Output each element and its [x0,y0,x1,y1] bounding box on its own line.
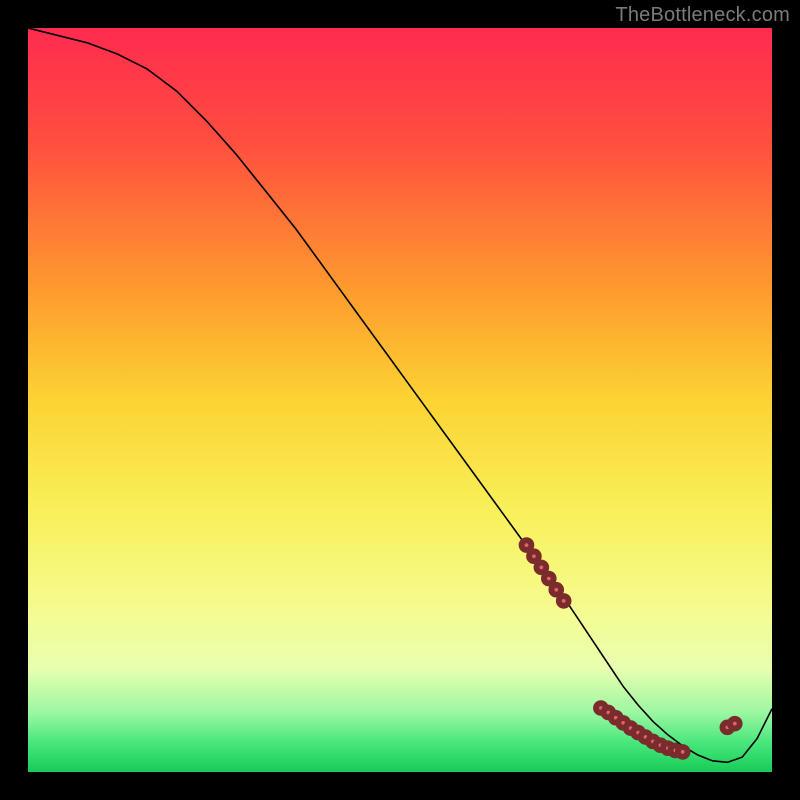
marker-dot [522,540,532,550]
marker-dot [551,585,561,595]
chart-svg [28,28,772,772]
watermark-text: TheBottleneck.com [615,4,790,27]
marker-dot [559,596,569,606]
marker-dot [529,551,539,561]
marker-dot [730,719,740,729]
plot-area [28,28,772,772]
marker-dot [544,574,554,584]
gradient-background [28,28,772,772]
marker-dot [678,747,688,757]
marker-dot [537,563,547,573]
chart-frame: TheBottleneck.com [0,0,800,800]
